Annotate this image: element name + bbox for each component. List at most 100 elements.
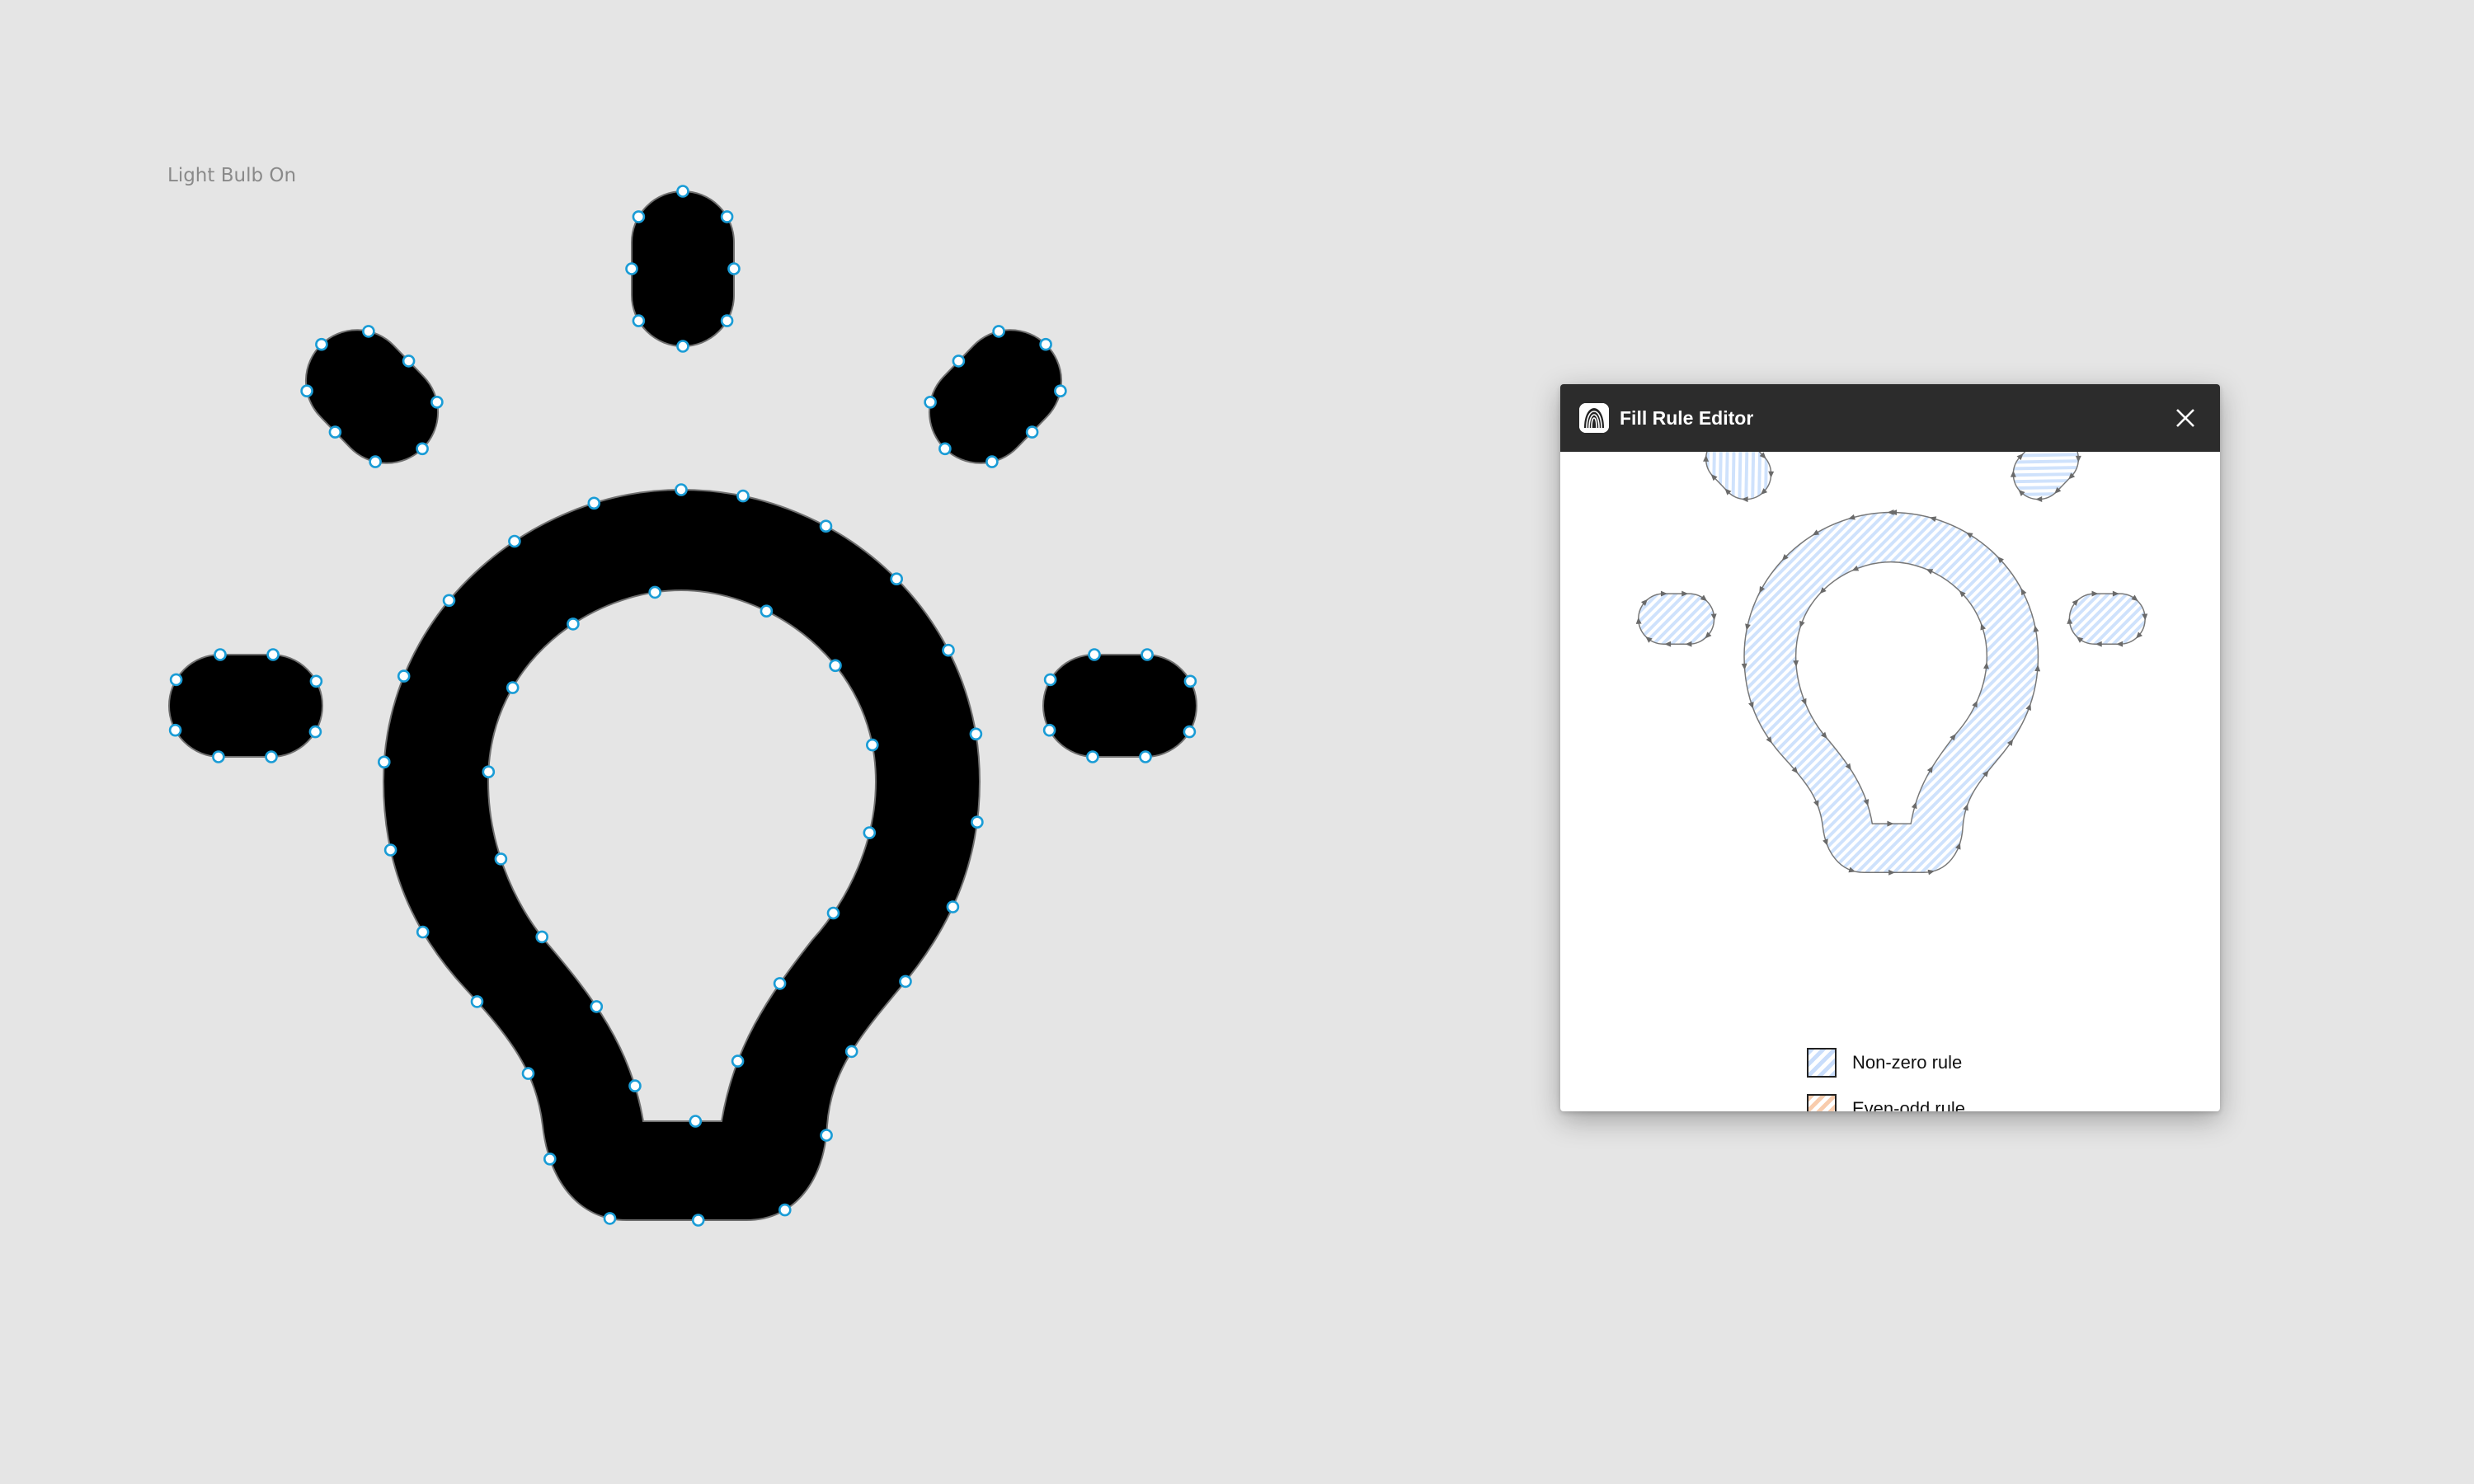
legend-item-non-zero[interactable]: Non-zero rule xyxy=(1807,1045,1965,1080)
anchor-point[interactable] xyxy=(819,519,833,533)
even-odd-swatch[interactable] xyxy=(1807,1094,1837,1111)
ray-left-shape[interactable] xyxy=(168,654,323,758)
anchor-point[interactable] xyxy=(844,1045,858,1059)
anchor-point[interactable] xyxy=(938,442,952,456)
anchor-point[interactable] xyxy=(625,262,638,275)
preview-ray-left xyxy=(1638,593,1715,645)
anchor-point[interactable] xyxy=(773,977,787,990)
anchor-point[interactable] xyxy=(212,750,225,763)
anchor-point[interactable] xyxy=(689,1115,703,1128)
anchor-point[interactable] xyxy=(992,325,1005,338)
anchor-point[interactable] xyxy=(315,337,328,351)
anchor-point[interactable] xyxy=(1139,750,1152,763)
anchor-point[interactable] xyxy=(863,826,877,839)
anchor-point[interactable] xyxy=(969,727,983,741)
fill-rule-legend: Non-zero rule Even-odd rule xyxy=(1807,1045,1965,1111)
anchor-point[interactable] xyxy=(308,725,322,739)
legend-label: Even-odd rule xyxy=(1852,1098,1965,1111)
anchor-point[interactable] xyxy=(543,1153,557,1166)
preview-ray-right xyxy=(2068,593,2146,645)
anchor-point[interactable] xyxy=(1141,648,1154,661)
fill-rule-editor-window[interactable]: Fill Rule Editor Non-zero rule Even-odd … xyxy=(1560,384,2220,1111)
anchor-point[interactable] xyxy=(946,900,960,913)
legend-label: Non-zero rule xyxy=(1852,1052,1963,1073)
anchor-point[interactable] xyxy=(676,185,689,198)
anchor-point[interactable] xyxy=(952,355,966,368)
anchor-point[interactable] xyxy=(587,496,601,510)
anchor-point[interactable] xyxy=(300,384,313,398)
anchor-point[interactable] xyxy=(720,210,734,223)
anchor-point[interactable] xyxy=(397,669,411,683)
anchor-point[interactable] xyxy=(362,325,375,338)
anchor-point[interactable] xyxy=(1042,723,1056,737)
close-button[interactable] xyxy=(2169,402,2202,434)
anchor-point[interactable] xyxy=(266,648,280,661)
anchor-point[interactable] xyxy=(826,906,840,920)
anchor-point[interactable] xyxy=(985,455,999,468)
anchor-point[interactable] xyxy=(727,262,741,275)
anchor-point[interactable] xyxy=(971,815,984,829)
anchor-point[interactable] xyxy=(567,618,580,631)
anchor-point[interactable] xyxy=(1039,337,1052,351)
anchor-point[interactable] xyxy=(482,765,496,779)
anchor-point[interactable] xyxy=(736,489,750,503)
ray-top-shape[interactable] xyxy=(631,190,735,347)
plugin-logo-icon xyxy=(1579,403,1609,433)
anchor-points[interactable] xyxy=(168,185,1197,1227)
anchor-point[interactable] xyxy=(169,673,183,687)
anchor-point[interactable] xyxy=(899,974,912,989)
anchor-point[interactable] xyxy=(1183,674,1197,688)
anchor-point[interactable] xyxy=(720,314,734,327)
anchor-point[interactable] xyxy=(691,1214,705,1227)
anchor-point[interactable] xyxy=(590,1000,604,1013)
anchor-point[interactable] xyxy=(377,755,391,769)
anchor-point[interactable] xyxy=(1043,673,1057,687)
anchor-point[interactable] xyxy=(309,674,323,688)
bulb-body-shape[interactable] xyxy=(382,488,981,1221)
anchor-point[interactable] xyxy=(535,930,549,944)
anchor-point[interactable] xyxy=(632,210,646,223)
close-icon[interactable] xyxy=(2169,402,2202,434)
window-titlebar[interactable]: Fill Rule Editor xyxy=(1560,384,2220,452)
non-zero-swatch[interactable] xyxy=(1807,1048,1837,1078)
legend-item-even-odd[interactable]: Even-odd rule xyxy=(1807,1092,1965,1111)
anchor-point[interactable] xyxy=(676,340,689,353)
anchor-point[interactable] xyxy=(265,750,278,763)
anchor-point[interactable] xyxy=(731,1054,745,1068)
anchor-point[interactable] xyxy=(675,483,688,496)
anchor-point[interactable] xyxy=(890,572,903,586)
anchor-point[interactable] xyxy=(632,314,646,327)
anchor-point[interactable] xyxy=(214,648,227,661)
anchor-point[interactable] xyxy=(168,723,182,737)
anchor-point[interactable] xyxy=(383,843,397,857)
anchor-point[interactable] xyxy=(369,455,382,468)
anchor-point[interactable] xyxy=(1025,425,1039,439)
anchor-point[interactable] xyxy=(416,925,430,939)
anchor-point[interactable] xyxy=(924,395,937,409)
anchor-point[interactable] xyxy=(402,355,416,368)
anchor-point[interactable] xyxy=(829,659,842,673)
anchor-point[interactable] xyxy=(820,1129,833,1142)
anchor-point[interactable] xyxy=(416,442,429,456)
anchor-point[interactable] xyxy=(778,1203,792,1217)
ray-right-shape[interactable] xyxy=(1042,654,1197,758)
anchor-point[interactable] xyxy=(603,1212,617,1225)
anchor-point[interactable] xyxy=(628,1079,642,1092)
anchor-point[interactable] xyxy=(866,738,879,752)
preview-ray-upper-right xyxy=(2012,452,2080,500)
anchor-point[interactable] xyxy=(1054,384,1067,398)
anchor-point[interactable] xyxy=(1183,725,1197,739)
anchor-point[interactable] xyxy=(521,1067,535,1080)
anchor-point[interactable] xyxy=(942,643,955,657)
anchor-point[interactable] xyxy=(648,585,662,599)
anchor-point[interactable] xyxy=(442,594,456,608)
anchor-point[interactable] xyxy=(506,681,520,694)
anchor-point[interactable] xyxy=(760,604,774,618)
anchor-point[interactable] xyxy=(494,852,508,866)
anchor-point[interactable] xyxy=(508,534,521,548)
anchor-point[interactable] xyxy=(470,995,484,1008)
anchor-point[interactable] xyxy=(328,425,342,439)
anchor-point[interactable] xyxy=(1088,648,1101,661)
anchor-point[interactable] xyxy=(1086,750,1099,763)
anchor-point[interactable] xyxy=(430,395,444,409)
